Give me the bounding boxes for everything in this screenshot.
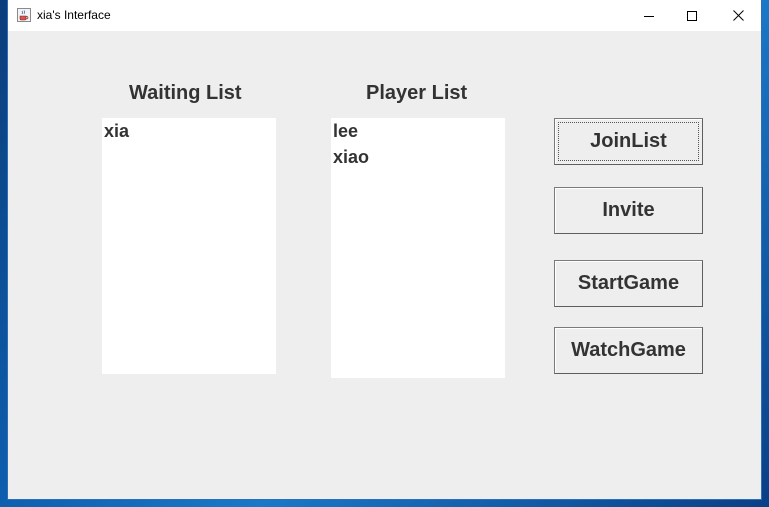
minimize-icon — [644, 15, 654, 17]
app-window: xia's Interface Waiting List Player List… — [8, 0, 761, 499]
player-list[interactable]: lee xiao — [331, 118, 505, 378]
close-icon — [732, 10, 744, 21]
list-item[interactable]: xia — [102, 118, 276, 144]
waiting-list-heading: Waiting List — [129, 82, 242, 104]
minimize-button[interactable] — [626, 0, 672, 31]
start-game-button[interactable]: StartGame — [554, 260, 703, 307]
window-title: xia's Interface — [37, 8, 111, 22]
title-bar[interactable]: xia's Interface — [8, 0, 761, 31]
maximize-icon — [687, 10, 697, 21]
list-item[interactable]: xiao — [331, 144, 505, 170]
invite-button[interactable]: Invite — [554, 187, 703, 234]
maximize-button[interactable] — [669, 0, 715, 31]
list-item[interactable]: lee — [331, 118, 505, 144]
java-coffee-cup-icon[interactable] — [17, 8, 31, 22]
waiting-list[interactable]: xia — [102, 118, 276, 374]
close-button[interactable] — [715, 0, 761, 31]
player-list-heading: Player List — [366, 82, 468, 104]
join-list-button[interactable]: JoinList — [554, 118, 703, 165]
watch-game-button[interactable]: WatchGame — [554, 327, 703, 374]
